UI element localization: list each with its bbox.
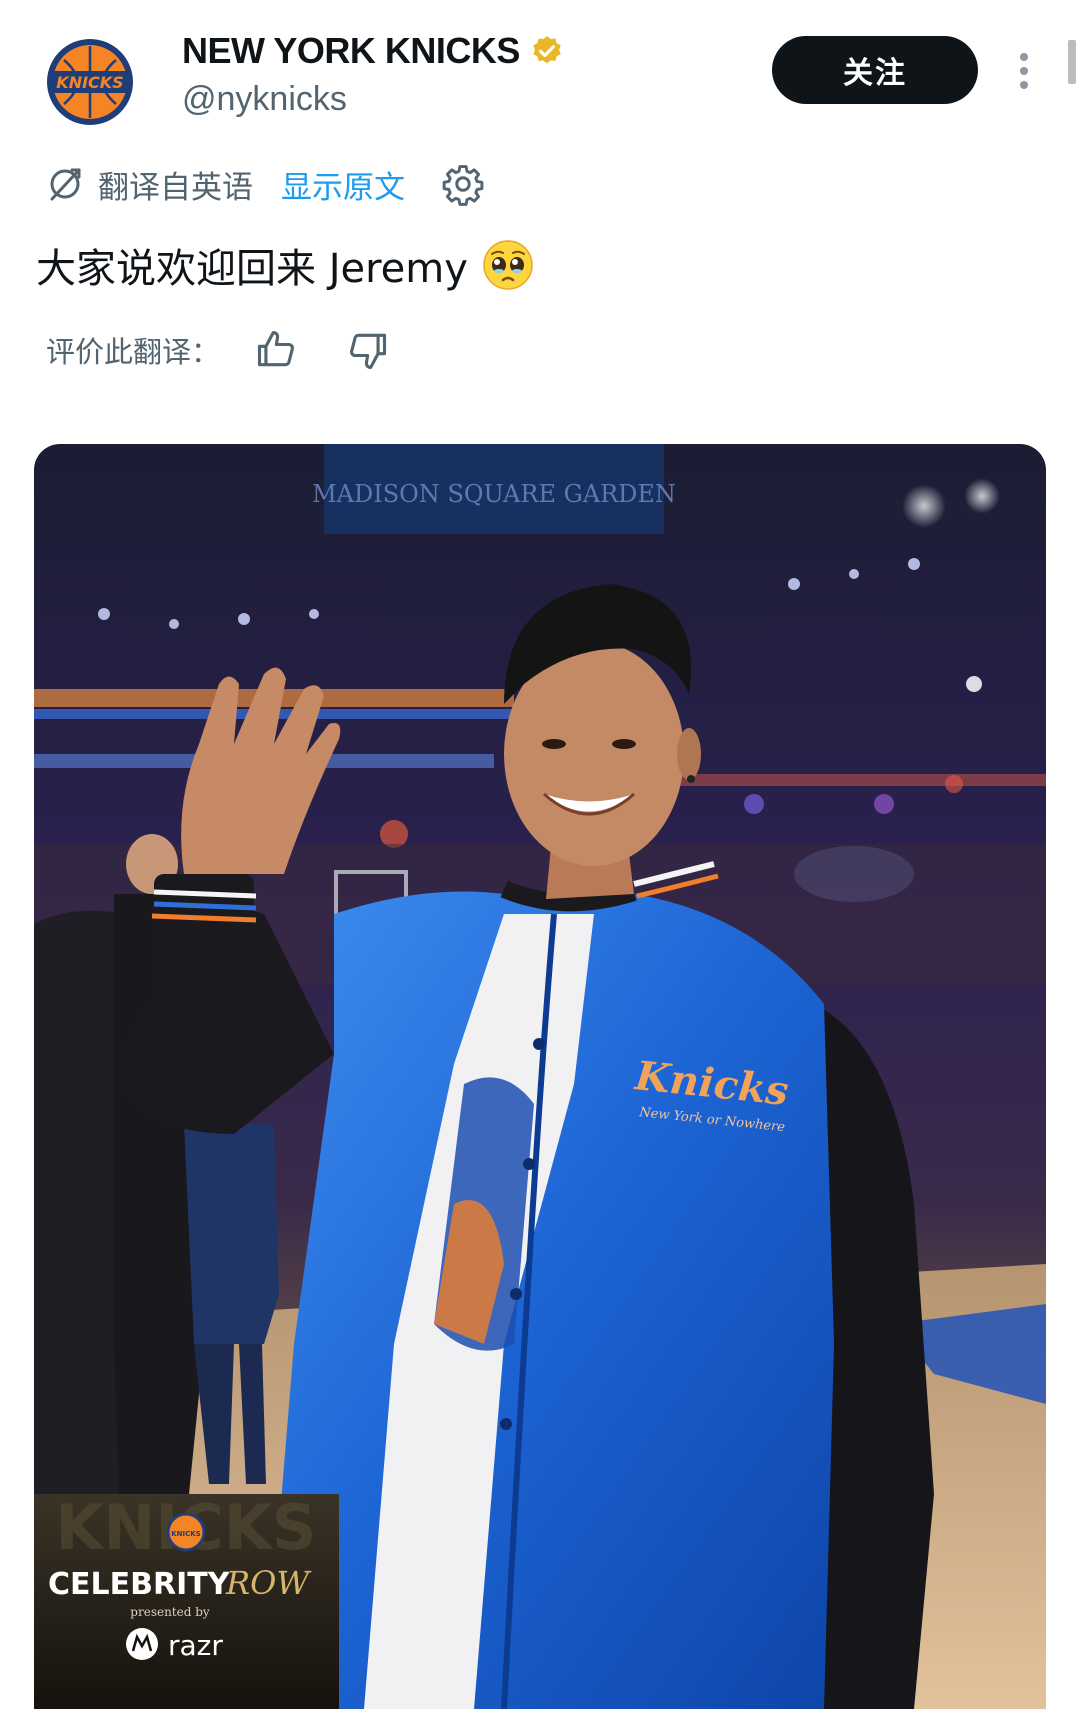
more-options-icon[interactable]: [1010, 52, 1038, 90]
arena-banner-text: MADISON SQUARE GARDEN: [312, 480, 676, 508]
avatar-logo-text: KNICKS: [56, 73, 123, 92]
pleading-face-emoji-icon: [483, 240, 533, 290]
badge-title-celebrity: CELEBRITY: [48, 1567, 231, 1602]
show-original-link[interactable]: 显示原文: [281, 162, 405, 207]
avatar[interactable]: KNICKS: [46, 38, 134, 126]
tweet-photo[interactable]: MADISON SQUARE GARDEN Knicks New York or…: [34, 444, 1046, 1709]
verified-badge-icon: [533, 36, 561, 64]
follow-button[interactable]: 关注: [772, 36, 978, 104]
thumbs-down-icon[interactable]: [346, 328, 390, 372]
celebrity-row-badge: KNICKS KNICKS CELEBRITY ROW presented by…: [34, 1491, 339, 1709]
badge-logo-text: KNICKS: [171, 1530, 201, 1538]
thumbs-up-icon[interactable]: [254, 328, 298, 372]
rate-translation-label: 评价此翻译：: [46, 335, 221, 369]
translation-bar: 翻译自英语 显示原文: [46, 160, 485, 208]
display-name[interactable]: NEW YORK KNICKS: [182, 30, 520, 72]
gear-icon[interactable]: [441, 162, 485, 206]
translated-from-label: 翻译自英语: [98, 169, 253, 206]
translate-icon: [50, 168, 81, 201]
badge-sponsor: razr: [168, 1629, 223, 1662]
badge-presented-by: presented by: [130, 1605, 210, 1619]
tweet-text-body: 大家说欢迎回来 Jeremy: [36, 246, 468, 292]
account-handle[interactable]: @nyknicks: [182, 80, 347, 119]
arena-banner: MADISON SQUARE GARDEN: [312, 444, 676, 534]
badge-title-row: ROW: [225, 1564, 312, 1602]
tweet-text: 大家说欢迎回来 Jeremy: [36, 236, 534, 294]
scroll-edge-indicator: [1068, 40, 1076, 84]
rate-translation-bar: 评价此翻译：: [46, 326, 390, 374]
